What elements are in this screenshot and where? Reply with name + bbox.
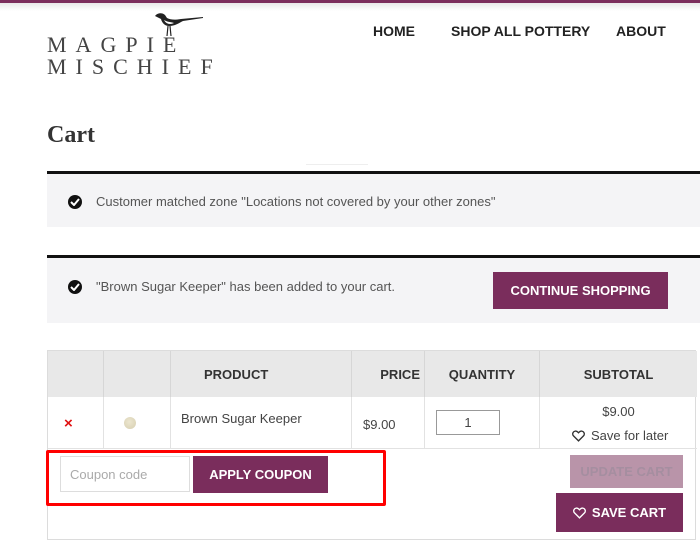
apply-coupon-button[interactable]: APPLY COUPON <box>193 456 328 493</box>
save-for-later-label: Save for later <box>591 428 669 443</box>
quantity-cell <box>425 397 540 449</box>
logo-line-2: MISCHIEF <box>47 54 222 79</box>
nav-shop-all-pottery[interactable]: SHOP ALL POTTERY <box>451 23 590 39</box>
check-circle-icon <box>68 195 82 209</box>
column-header-price: PRICE <box>352 351 425 397</box>
product-thumbnail-cell <box>104 397 171 449</box>
added-to-cart-notice: "Brown Sugar Keeper" has been added to y… <box>47 255 700 323</box>
heart-icon <box>572 506 586 519</box>
column-header-remove <box>48 351 104 397</box>
update-cart-button[interactable]: UPDATE CART <box>570 455 683 488</box>
product-name-cell: Brown Sugar Keeper <box>171 397 352 449</box>
price-cell: $9.00 <box>352 397 425 449</box>
check-circle-icon <box>68 280 82 294</box>
nav-about[interactable]: ABOUT <box>616 23 666 39</box>
site-logo[interactable]: MAGPIE MISCHIEF <box>47 10 237 80</box>
save-cart-button[interactable]: SAVE CART <box>556 493 683 532</box>
product-price: $9.00 <box>363 417 396 432</box>
quantity-input[interactable] <box>436 410 500 435</box>
save-for-later-link[interactable]: Save for later <box>572 428 668 443</box>
nav-home[interactable]: HOME <box>373 23 415 39</box>
column-header-product: PRODUCT <box>171 351 352 397</box>
notice-message: "Brown Sugar Keeper" has been added to y… <box>96 279 396 294</box>
product-name-link[interactable]: Brown Sugar Keeper <box>181 411 302 426</box>
coupon-code-input[interactable] <box>60 456 190 492</box>
column-header-thumbnail <box>104 351 171 397</box>
column-header-quantity: QUANTITY <box>425 351 540 397</box>
table-row: × <box>48 397 104 449</box>
subtotal-cell: $9.00 Save for later <box>540 397 697 449</box>
title-divider <box>306 164 368 165</box>
zone-notice: Customer matched zone "Locations not cov… <box>47 171 700 227</box>
cart-table: PRODUCT PRICE QUANTITY SUBTOTAL × Brown … <box>47 350 697 540</box>
product-subtotal: $9.00 <box>602 404 635 419</box>
remove-item-icon[interactable]: × <box>64 415 73 432</box>
product-thumbnail[interactable] <box>124 417 136 429</box>
continue-shopping-button[interactable]: CONTINUE SHOPPING <box>493 272 668 309</box>
heart-icon <box>572 429 585 442</box>
notice-message: Customer matched zone "Locations not cov… <box>96 194 496 209</box>
page-title: Cart <box>47 122 95 148</box>
save-cart-label: SAVE CART <box>591 505 667 520</box>
column-header-subtotal: SUBTOTAL <box>540 351 697 397</box>
